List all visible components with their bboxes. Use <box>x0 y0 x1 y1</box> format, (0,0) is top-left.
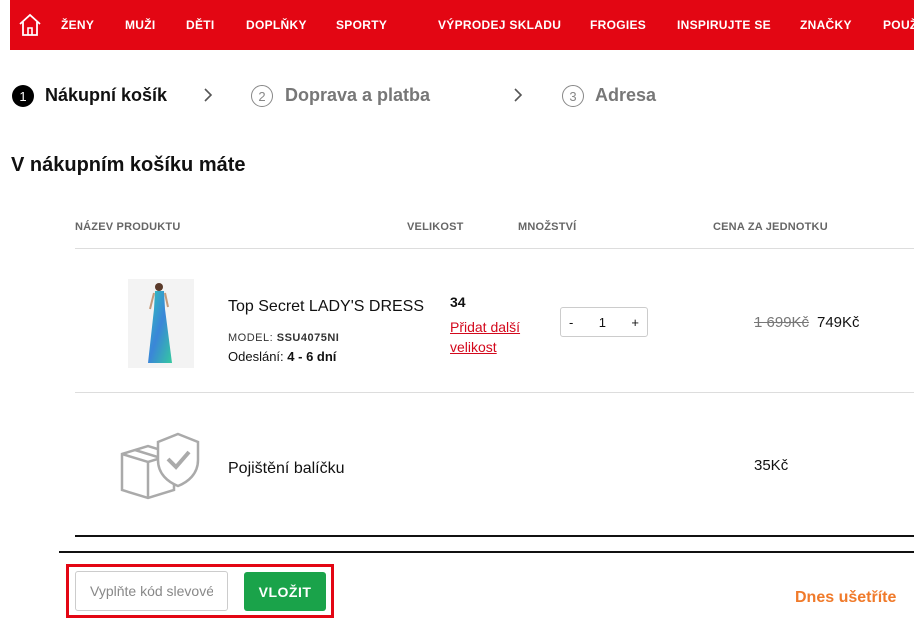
top-nav: ŽENY MUŽI DĚTI DOPLŇKY SPORTY VÝPRODEJ S… <box>10 0 914 50</box>
product-name[interactable]: Top Secret LADY'S DRESS <box>228 298 424 316</box>
header-product: NÁZEV PRODUKTU <box>75 221 181 233</box>
coupon-input[interactable] <box>75 571 228 611</box>
insurance-price: 35Kč <box>754 457 789 474</box>
price: 749Kč <box>817 314 860 331</box>
header-size: VELIKOST <box>407 221 464 233</box>
quantity-stepper[interactable]: - 1 + <box>560 307 648 337</box>
step-2-number: 2 <box>251 85 273 107</box>
product-model: MODEL: SSU4075NI <box>228 332 339 344</box>
add-size-link[interactable]: Přidat další velikost <box>450 317 540 357</box>
step-3-number: 3 <box>562 85 584 107</box>
shipping-info: Odeslání: 4 - 6 dní <box>228 349 336 364</box>
divider <box>75 248 914 249</box>
qty-minus-button[interactable]: - <box>561 315 581 330</box>
step-1-label[interactable]: Nákupní košík <box>45 85 167 106</box>
chevron-right-icon <box>204 88 213 102</box>
qty-plus-button[interactable]: + <box>623 315 647 330</box>
qty-value[interactable]: 1 <box>591 315 614 330</box>
home-icon[interactable] <box>18 13 42 37</box>
nav-item-sporty[interactable]: SPORTY <box>336 18 387 32</box>
nav-item-deti[interactable]: DĚTI <box>186 18 215 32</box>
divider <box>75 392 914 393</box>
dress-image-icon <box>128 279 194 368</box>
header-unit-price: CENA ZA JEDNOTKU <box>713 221 828 233</box>
cart-title: V nákupním košíku máte <box>11 154 246 176</box>
divider <box>59 551 914 553</box>
nav-item-muzi[interactable]: MUŽI <box>125 18 156 32</box>
old-price: 1 699Kč <box>754 314 810 331</box>
divider <box>75 535 914 537</box>
step-1-number: 1 <box>12 85 34 107</box>
insurance-name: Pojištění balíčku <box>228 460 345 477</box>
chevron-right-icon <box>514 88 523 102</box>
apply-coupon-button[interactable]: VLOŽIT <box>244 572 326 611</box>
package-shield-icon <box>120 432 200 500</box>
nav-item-frogies[interactable]: FROGIES <box>590 18 646 32</box>
product-size: 34 <box>450 294 466 310</box>
save-today-label: Dnes ušetříte <box>795 589 897 606</box>
nav-item-vyprodej[interactable]: VÝPRODEJ SKLADU <box>438 18 561 32</box>
shipping-value: 4 - 6 dní <box>287 349 337 364</box>
shipping-label: Odeslání: <box>228 349 284 364</box>
nav-item-inspirujte[interactable]: INSPIRUJTE SE <box>677 18 771 32</box>
header-quantity: MNOŽSTVÍ <box>518 221 577 233</box>
nav-item-zeny[interactable]: ŽENY <box>61 18 94 32</box>
nav-item-doplnky[interactable]: DOPLŇKY <box>246 18 307 32</box>
nav-item-znacky[interactable]: ZNAČKY <box>800 18 852 32</box>
model-value: SSU4075NI <box>276 332 340 344</box>
model-label: MODEL: <box>228 332 274 344</box>
product-thumbnail[interactable] <box>128 279 194 368</box>
step-3-label[interactable]: Adresa <box>595 85 656 106</box>
step-2-label[interactable]: Doprava a platba <box>285 85 430 106</box>
nav-item-pouz[interactable]: POUŽ <box>883 18 914 32</box>
